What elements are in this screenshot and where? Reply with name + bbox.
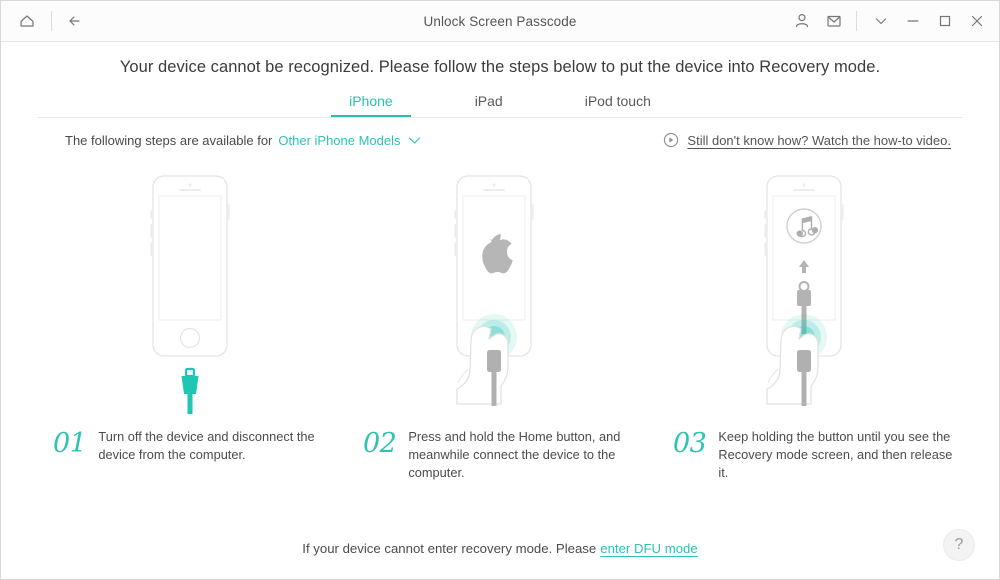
step-01-description: Turn off the device and disconnect the d… xyxy=(98,429,315,463)
step-02-number: 02 xyxy=(363,428,397,459)
tab-ipod-touch[interactable]: iPod touch xyxy=(567,89,669,117)
step-02-illustration xyxy=(345,164,655,414)
step-03: 03 Keep holding the button until you see… xyxy=(655,164,965,482)
step-03-description: Keep holding the button until you see th… xyxy=(718,429,953,481)
step-01-text-block: 01 Turn off the device and disconnect th… xyxy=(35,428,345,464)
footer-bar: If your device cannot enter recovery mod… xyxy=(1,517,999,579)
step-01-number: 01 xyxy=(53,428,87,459)
unlock-screen-passcode-window: Unlock Screen Passcode Your device canno… xyxy=(0,0,1000,580)
close-icon[interactable] xyxy=(961,1,993,41)
user-account-icon[interactable] xyxy=(786,1,818,41)
home-icon[interactable] xyxy=(9,1,45,41)
how-to-video-link[interactable]: Still don't know how? Watch the how-to v… xyxy=(663,132,951,148)
minimize-icon[interactable] xyxy=(897,1,929,41)
recovery-steps: 01 Turn off the device and disconnect th… xyxy=(1,164,999,482)
step-03-number: 03 xyxy=(673,428,707,459)
step-01-illustration xyxy=(35,164,345,414)
step-01: 01 Turn off the device and disconnect th… xyxy=(35,164,345,482)
mail-envelope-icon[interactable] xyxy=(818,1,850,41)
step-03-text-block: 03 Keep holding the button until you see… xyxy=(655,428,965,482)
title-bar-divider-right xyxy=(856,11,857,31)
chevron-down-icon[interactable] xyxy=(865,1,897,41)
lightning-connector-teal xyxy=(181,367,199,414)
step-02-description: Press and hold the Home button, and mean… xyxy=(408,429,621,481)
step-02: 02 Press and hold the Home button, and m… xyxy=(345,164,655,482)
step-03-illustration xyxy=(655,164,965,414)
title-bar-divider xyxy=(51,11,52,31)
title-bar-left-controls xyxy=(1,1,94,41)
device-type-tabs: iPhone iPad iPod touch xyxy=(1,89,999,117)
enter-dfu-mode-link[interactable]: enter DFU mode xyxy=(600,541,697,556)
step-02-text-block: 02 Press and hold the Home button, and m… xyxy=(345,428,655,482)
tab-ipad[interactable]: iPad xyxy=(457,89,521,117)
title-bar: Unlock Screen Passcode xyxy=(1,1,999,42)
iphone-outline xyxy=(150,175,230,357)
chevron-down-icon xyxy=(408,136,421,145)
tab-iphone[interactable]: iPhone xyxy=(331,89,411,117)
models-filter: The following steps are available for Ot… xyxy=(65,133,421,148)
page-title: Your device cannot be recognized. Please… xyxy=(119,58,881,76)
play-circle-icon xyxy=(663,132,679,148)
models-dropdown[interactable]: Other iPhone Models xyxy=(278,133,420,148)
footer-text: If your device cannot enter recovery mod… xyxy=(302,540,597,556)
sub-toolbar: The following steps are available for Ot… xyxy=(1,118,999,148)
how-to-video-link-text: Still don't know how? Watch the how-to v… xyxy=(687,132,951,148)
title-bar-right-controls xyxy=(778,1,993,41)
maximize-icon[interactable] xyxy=(929,1,961,41)
models-filter-label: The following steps are available for xyxy=(65,132,273,148)
models-dropdown-value: Other iPhone Models xyxy=(278,132,401,148)
back-arrow-icon[interactable] xyxy=(58,1,94,41)
help-button[interactable]: ? xyxy=(943,529,975,561)
